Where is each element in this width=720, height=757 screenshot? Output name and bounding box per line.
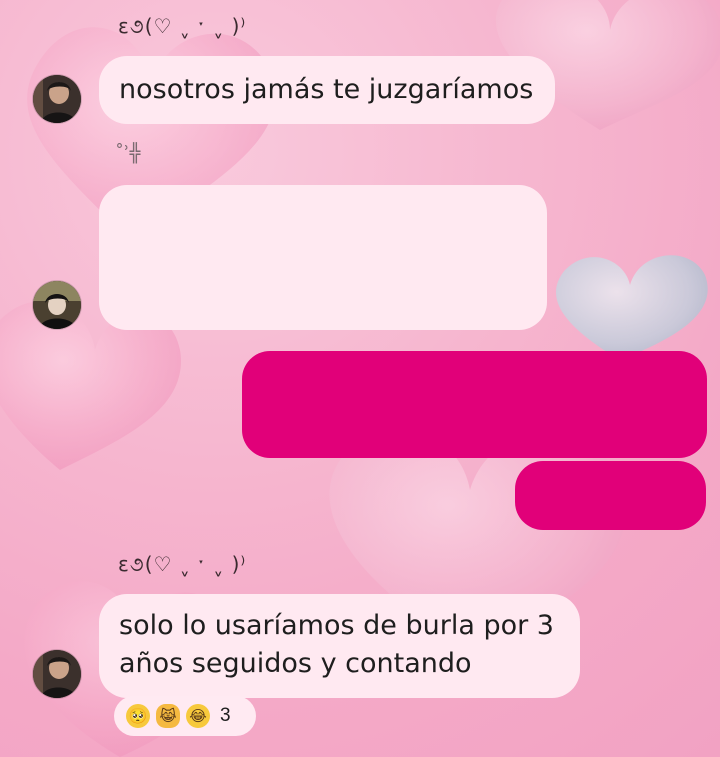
- message-bubble[interactable]: solo lo usaríamos de burla por 3 años se…: [99, 594, 580, 698]
- avatar-image-icon: [33, 281, 81, 329]
- message-text-line-2: años seguidos y contando: [119, 648, 472, 679]
- grinning-sweat-face-icon: 😂: [186, 704, 210, 728]
- outgoing-message-bubble[interactable]: [515, 461, 706, 530]
- avatar-image-icon: [33, 75, 81, 123]
- cat-crying-laughing-icon: 😹: [156, 704, 180, 728]
- message-bubble[interactable]: nosotros jamás te juzgaríamos: [99, 56, 555, 124]
- avatar-image-icon: [33, 650, 81, 698]
- reactions-pill[interactable]: 🥺 😹 😂 3: [114, 696, 256, 736]
- outgoing-message-bubble[interactable]: [242, 351, 707, 458]
- pleading-face-icon: 🥺: [126, 704, 150, 728]
- sender-avatar[interactable]: [33, 650, 81, 698]
- sticker-marker: ˚ʾ╬: [115, 143, 141, 164]
- message-text-line-1: solo lo usaríamos de burla por 3: [119, 610, 554, 641]
- sender-avatar[interactable]: [33, 281, 81, 329]
- message-bubble-blank[interactable]: [99, 185, 547, 330]
- sender-name: ε૭(♡ ˬ ˑ ˬ )⁾: [118, 14, 247, 38]
- sender-avatar[interactable]: [33, 75, 81, 123]
- sender-name: ε૭(♡ ˬ ˑ ˬ )⁾: [118, 552, 247, 576]
- message-text: nosotros jamás te juzgaríamos: [119, 74, 534, 105]
- reaction-count: 3: [220, 705, 231, 726]
